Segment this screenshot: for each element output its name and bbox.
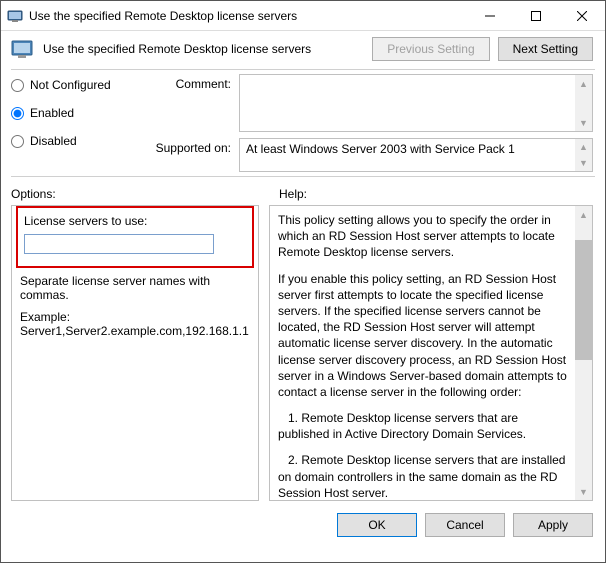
example-text: Example: Server1,Server2.example.com,192… (20, 310, 250, 338)
help-heading: Help: (279, 187, 593, 201)
supported-row: Supported on: At least Windows Server 20… (141, 138, 593, 172)
config-section: Not Configured Enabled Disabled Comment:… (1, 72, 605, 174)
radio-label: Not Configured (30, 78, 111, 92)
scroll-up-icon[interactable]: ▲ (575, 75, 592, 92)
app-icon (7, 8, 23, 24)
divider (11, 69, 595, 70)
title-bar: Use the specified Remote Desktop license… (1, 1, 605, 31)
license-servers-label: License servers to use: (24, 214, 246, 228)
cancel-button[interactable]: Cancel (425, 513, 505, 537)
minimize-button[interactable] (467, 1, 513, 31)
panels-row: License servers to use: Separate license… (1, 205, 605, 507)
options-panel: License servers to use: Separate license… (11, 205, 259, 501)
radio-enabled-input[interactable] (11, 107, 24, 120)
supported-on-box: At least Windows Server 2003 with Servic… (239, 138, 593, 172)
header-row: Use the specified Remote Desktop license… (1, 31, 605, 67)
policy-icon (11, 37, 35, 61)
help-panel: This policy setting allows you to specif… (269, 205, 593, 501)
supported-label: Supported on: (141, 138, 231, 155)
radio-disabled-input[interactable] (11, 135, 24, 148)
scroll-down-icon[interactable]: ▼ (575, 483, 592, 500)
options-heading: Options: (11, 187, 263, 201)
next-setting-button[interactable]: Next Setting (498, 37, 593, 61)
supported-on-text: At least Windows Server 2003 with Servic… (246, 142, 515, 156)
radio-not-configured[interactable]: Not Configured (11, 78, 131, 92)
maximize-button[interactable] (513, 1, 559, 31)
help-paragraph: This policy setting allows you to specif… (278, 212, 567, 261)
radio-label: Enabled (30, 106, 74, 120)
scroll-thumb[interactable] (575, 240, 592, 360)
apply-button[interactable]: Apply (513, 513, 593, 537)
ok-button[interactable]: OK (337, 513, 417, 537)
scroll-down-icon[interactable]: ▼ (575, 114, 592, 131)
fields-column: Comment: ▲ ▼ Supported on: At least Wind… (141, 74, 593, 172)
radio-label: Disabled (30, 134, 77, 148)
radio-not-configured-input[interactable] (11, 79, 24, 92)
middle-labels: Options: Help: (1, 179, 605, 205)
scroll-down-icon[interactable]: ▼ (575, 155, 592, 171)
scrollbar[interactable]: ▲ ▼ (575, 139, 592, 171)
scroll-up-icon[interactable]: ▲ (575, 139, 592, 155)
window-title: Use the specified Remote Desktop license… (29, 9, 467, 23)
separate-hint: Separate license server names with comma… (20, 274, 250, 302)
license-servers-input[interactable] (24, 234, 214, 254)
scroll-up-icon[interactable]: ▲ (575, 206, 592, 223)
previous-setting-button[interactable]: Previous Setting (372, 37, 489, 61)
comment-label: Comment: (141, 74, 231, 91)
radio-enabled[interactable]: Enabled (11, 106, 131, 120)
help-content: This policy setting allows you to specif… (270, 206, 575, 500)
scrollbar[interactable]: ▲ ▼ (575, 206, 592, 500)
comment-row: Comment: ▲ ▼ (141, 74, 593, 132)
policy-title: Use the specified Remote Desktop license… (43, 42, 364, 56)
help-list-item: 2. Remote Desktop license servers that a… (278, 452, 567, 500)
dialog-footer: OK Cancel Apply (1, 507, 605, 547)
state-radio-group: Not Configured Enabled Disabled (11, 74, 131, 172)
radio-disabled[interactable]: Disabled (11, 134, 131, 148)
comment-textarea[interactable]: ▲ ▼ (239, 74, 593, 132)
help-list-item: 1. Remote Desktop license servers that a… (278, 410, 567, 442)
close-button[interactable] (559, 1, 605, 31)
scrollbar[interactable]: ▲ ▼ (575, 75, 592, 131)
highlight-box: License servers to use: (16, 206, 254, 268)
divider (11, 176, 595, 177)
help-paragraph: If you enable this policy setting, an RD… (278, 271, 567, 401)
